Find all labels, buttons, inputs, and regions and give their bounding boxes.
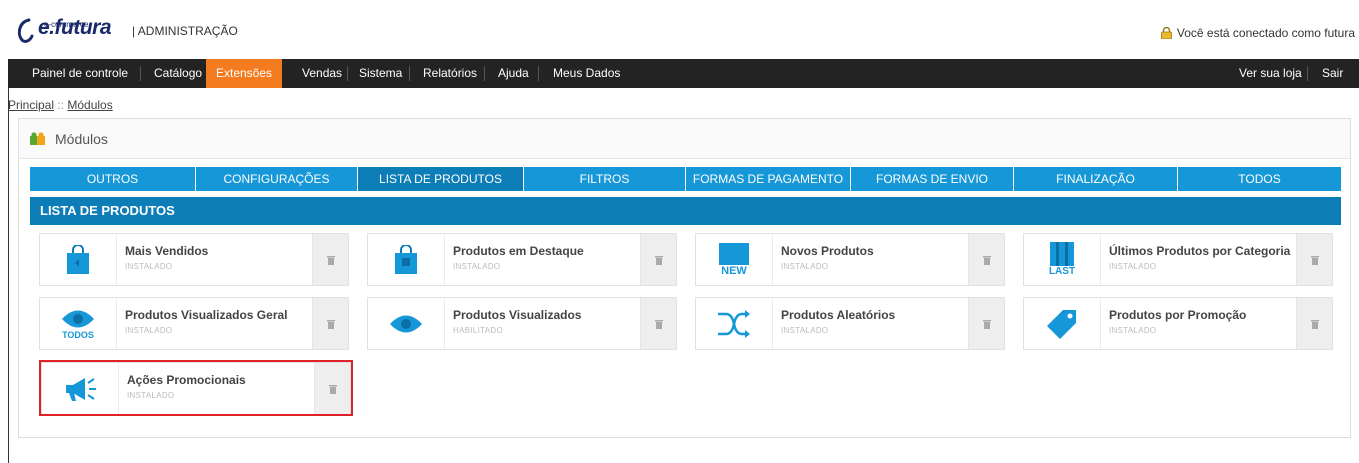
last-icon-label: LAST xyxy=(1048,266,1076,277)
breadcrumb: Principal :: Módulos xyxy=(8,98,113,112)
trash-icon xyxy=(1310,319,1319,329)
main-menu: Painel de controle Catálogo Extensões Ve… xyxy=(8,59,1359,88)
tab-formas-pagamento[interactable]: FORMAS DE PAGAMENTO xyxy=(686,167,851,191)
module-card-ultimos-produtos[interactable]: LAST Últimos Produtos por Categoria INST… xyxy=(1023,233,1333,286)
module-status: INSTALADO xyxy=(1109,326,1157,335)
module-status: INSTALADO xyxy=(1109,262,1157,271)
connected-status: Você está conectado como futura xyxy=(1160,26,1355,40)
module-icon-box xyxy=(368,298,445,349)
menu-painel[interactable]: Painel de controle xyxy=(22,59,138,88)
menu-relatorios[interactable]: Relatórios xyxy=(413,59,487,88)
puzzle-icon xyxy=(30,131,45,145)
shuffle-icon xyxy=(718,309,750,338)
module-name: Produtos Visualizados xyxy=(453,308,582,322)
trash-icon xyxy=(654,319,663,329)
module-name: Mais Vendidos xyxy=(125,244,209,258)
menu-sistema[interactable]: Sistema xyxy=(349,59,412,88)
tab-todos[interactable]: TODOS xyxy=(1178,167,1341,191)
delete-button[interactable] xyxy=(312,234,348,285)
tab-outros[interactable]: OUTROS xyxy=(30,167,196,191)
module-status: INSTALADO xyxy=(781,262,829,271)
section-title: LISTA DE PRODUTOS xyxy=(30,197,1341,225)
module-card-novos-produtos[interactable]: NEW Novos Produtos INSTALADO xyxy=(695,233,1005,286)
tab-filtros[interactable]: FILTROS xyxy=(524,167,686,191)
tab-formas-envio[interactable]: FORMAS DE ENVIO xyxy=(851,167,1014,191)
trash-icon xyxy=(326,319,335,329)
tag-icon xyxy=(1047,309,1076,339)
logo-swirl-icon xyxy=(17,18,34,43)
module-card-produtos-destaque[interactable]: Produtos em Destaque INSTALADO xyxy=(367,233,677,286)
tab-finalizacao[interactable]: FINALIZAÇÃO xyxy=(1014,167,1178,191)
module-icon-box: TODOS xyxy=(40,298,117,349)
lock-icon xyxy=(1160,27,1172,39)
module-status: INSTALADO xyxy=(125,262,173,271)
module-card-visualizados[interactable]: Produtos Visualizados HABILITADO xyxy=(367,297,677,350)
trash-icon xyxy=(982,319,991,329)
delete-button[interactable] xyxy=(1296,298,1332,349)
module-status: HABILITADO xyxy=(453,326,503,335)
module-icon-box xyxy=(40,234,117,285)
module-name: Últimos Produtos por Categoria xyxy=(1109,244,1291,258)
module-status: INSTALADO xyxy=(781,326,829,335)
todos-icon-label: TODOS xyxy=(62,329,94,340)
connected-text: Você está conectado como futura xyxy=(1176,26,1355,40)
delete-button[interactable] xyxy=(1296,234,1332,285)
menu-ver-loja[interactable]: Ver sua loja xyxy=(1229,59,1312,88)
module-icon-box: LAST xyxy=(1024,234,1101,285)
eye-icon xyxy=(62,310,94,327)
eye-icon xyxy=(390,315,422,332)
menu-vendas[interactable]: Vendas xyxy=(292,59,352,88)
menu-sair[interactable]: Sair xyxy=(1312,59,1353,88)
breadcrumb-home[interactable]: Principal xyxy=(8,98,54,112)
trash-icon xyxy=(654,255,663,265)
page-title: Módulos xyxy=(55,130,108,147)
menu-meus-dados[interactable]: Meus Dados xyxy=(543,59,630,88)
trash-icon xyxy=(326,255,335,265)
logo-subtitle: e-commerce xyxy=(44,20,89,29)
module-name: Produtos Aleatórios xyxy=(781,308,896,322)
module-icon-box xyxy=(1024,298,1101,349)
module-status: INSTALADO xyxy=(453,262,501,271)
module-name: Produtos por Promoção xyxy=(1109,308,1247,322)
trash-icon xyxy=(1310,255,1319,265)
module-name: Produtos em Destaque xyxy=(453,244,584,258)
module-icon-box: NEW xyxy=(696,234,773,285)
trash-icon xyxy=(982,255,991,265)
highlight-box xyxy=(39,360,353,416)
delete-button[interactable] xyxy=(640,298,676,349)
delete-button[interactable] xyxy=(968,298,1004,349)
panel-header: Módulos xyxy=(19,119,1350,159)
delete-button[interactable] xyxy=(312,298,348,349)
delete-button[interactable] xyxy=(968,234,1004,285)
menu-catalogo[interactable]: Catálogo xyxy=(144,59,212,88)
module-card-mais-vendidos[interactable]: Mais Vendidos INSTALADO xyxy=(39,233,349,286)
module-name: Produtos Visualizados Geral xyxy=(125,308,288,322)
admin-label: | ADMINISTRAÇÃO xyxy=(132,24,238,38)
bag-icon xyxy=(67,244,89,274)
tab-lista-produtos[interactable]: LISTA DE PRODUTOS xyxy=(358,167,524,191)
module-icon-box xyxy=(696,298,773,349)
breadcrumb-separator: :: xyxy=(54,98,68,112)
new-icon-label: NEW xyxy=(721,264,747,277)
bag-icon xyxy=(395,244,417,274)
module-card-promocao[interactable]: Produtos por Promoção INSTALADO xyxy=(1023,297,1333,350)
module-card-visualizados-geral[interactable]: TODOS Produtos Visualizados Geral INSTAL… xyxy=(39,297,349,350)
category-tabs: OUTROS CONFIGURAÇÕES LISTA DE PRODUTOS F… xyxy=(30,167,1341,191)
last-icon xyxy=(1050,242,1074,266)
new-icon xyxy=(719,242,749,265)
module-name: Novos Produtos xyxy=(781,244,874,258)
menu-extensoes[interactable]: Extensões xyxy=(206,59,283,88)
tab-configuracoes[interactable]: CONFIGURAÇÕES xyxy=(196,167,358,191)
module-icon-box xyxy=(368,234,445,285)
module-status: INSTALADO xyxy=(125,326,173,335)
delete-button[interactable] xyxy=(640,234,676,285)
breadcrumb-current[interactable]: Módulos xyxy=(67,98,112,112)
menu-ajuda[interactable]: Ajuda xyxy=(488,59,539,88)
module-card-aleatorios[interactable]: Produtos Aleatórios INSTALADO xyxy=(695,297,1005,350)
